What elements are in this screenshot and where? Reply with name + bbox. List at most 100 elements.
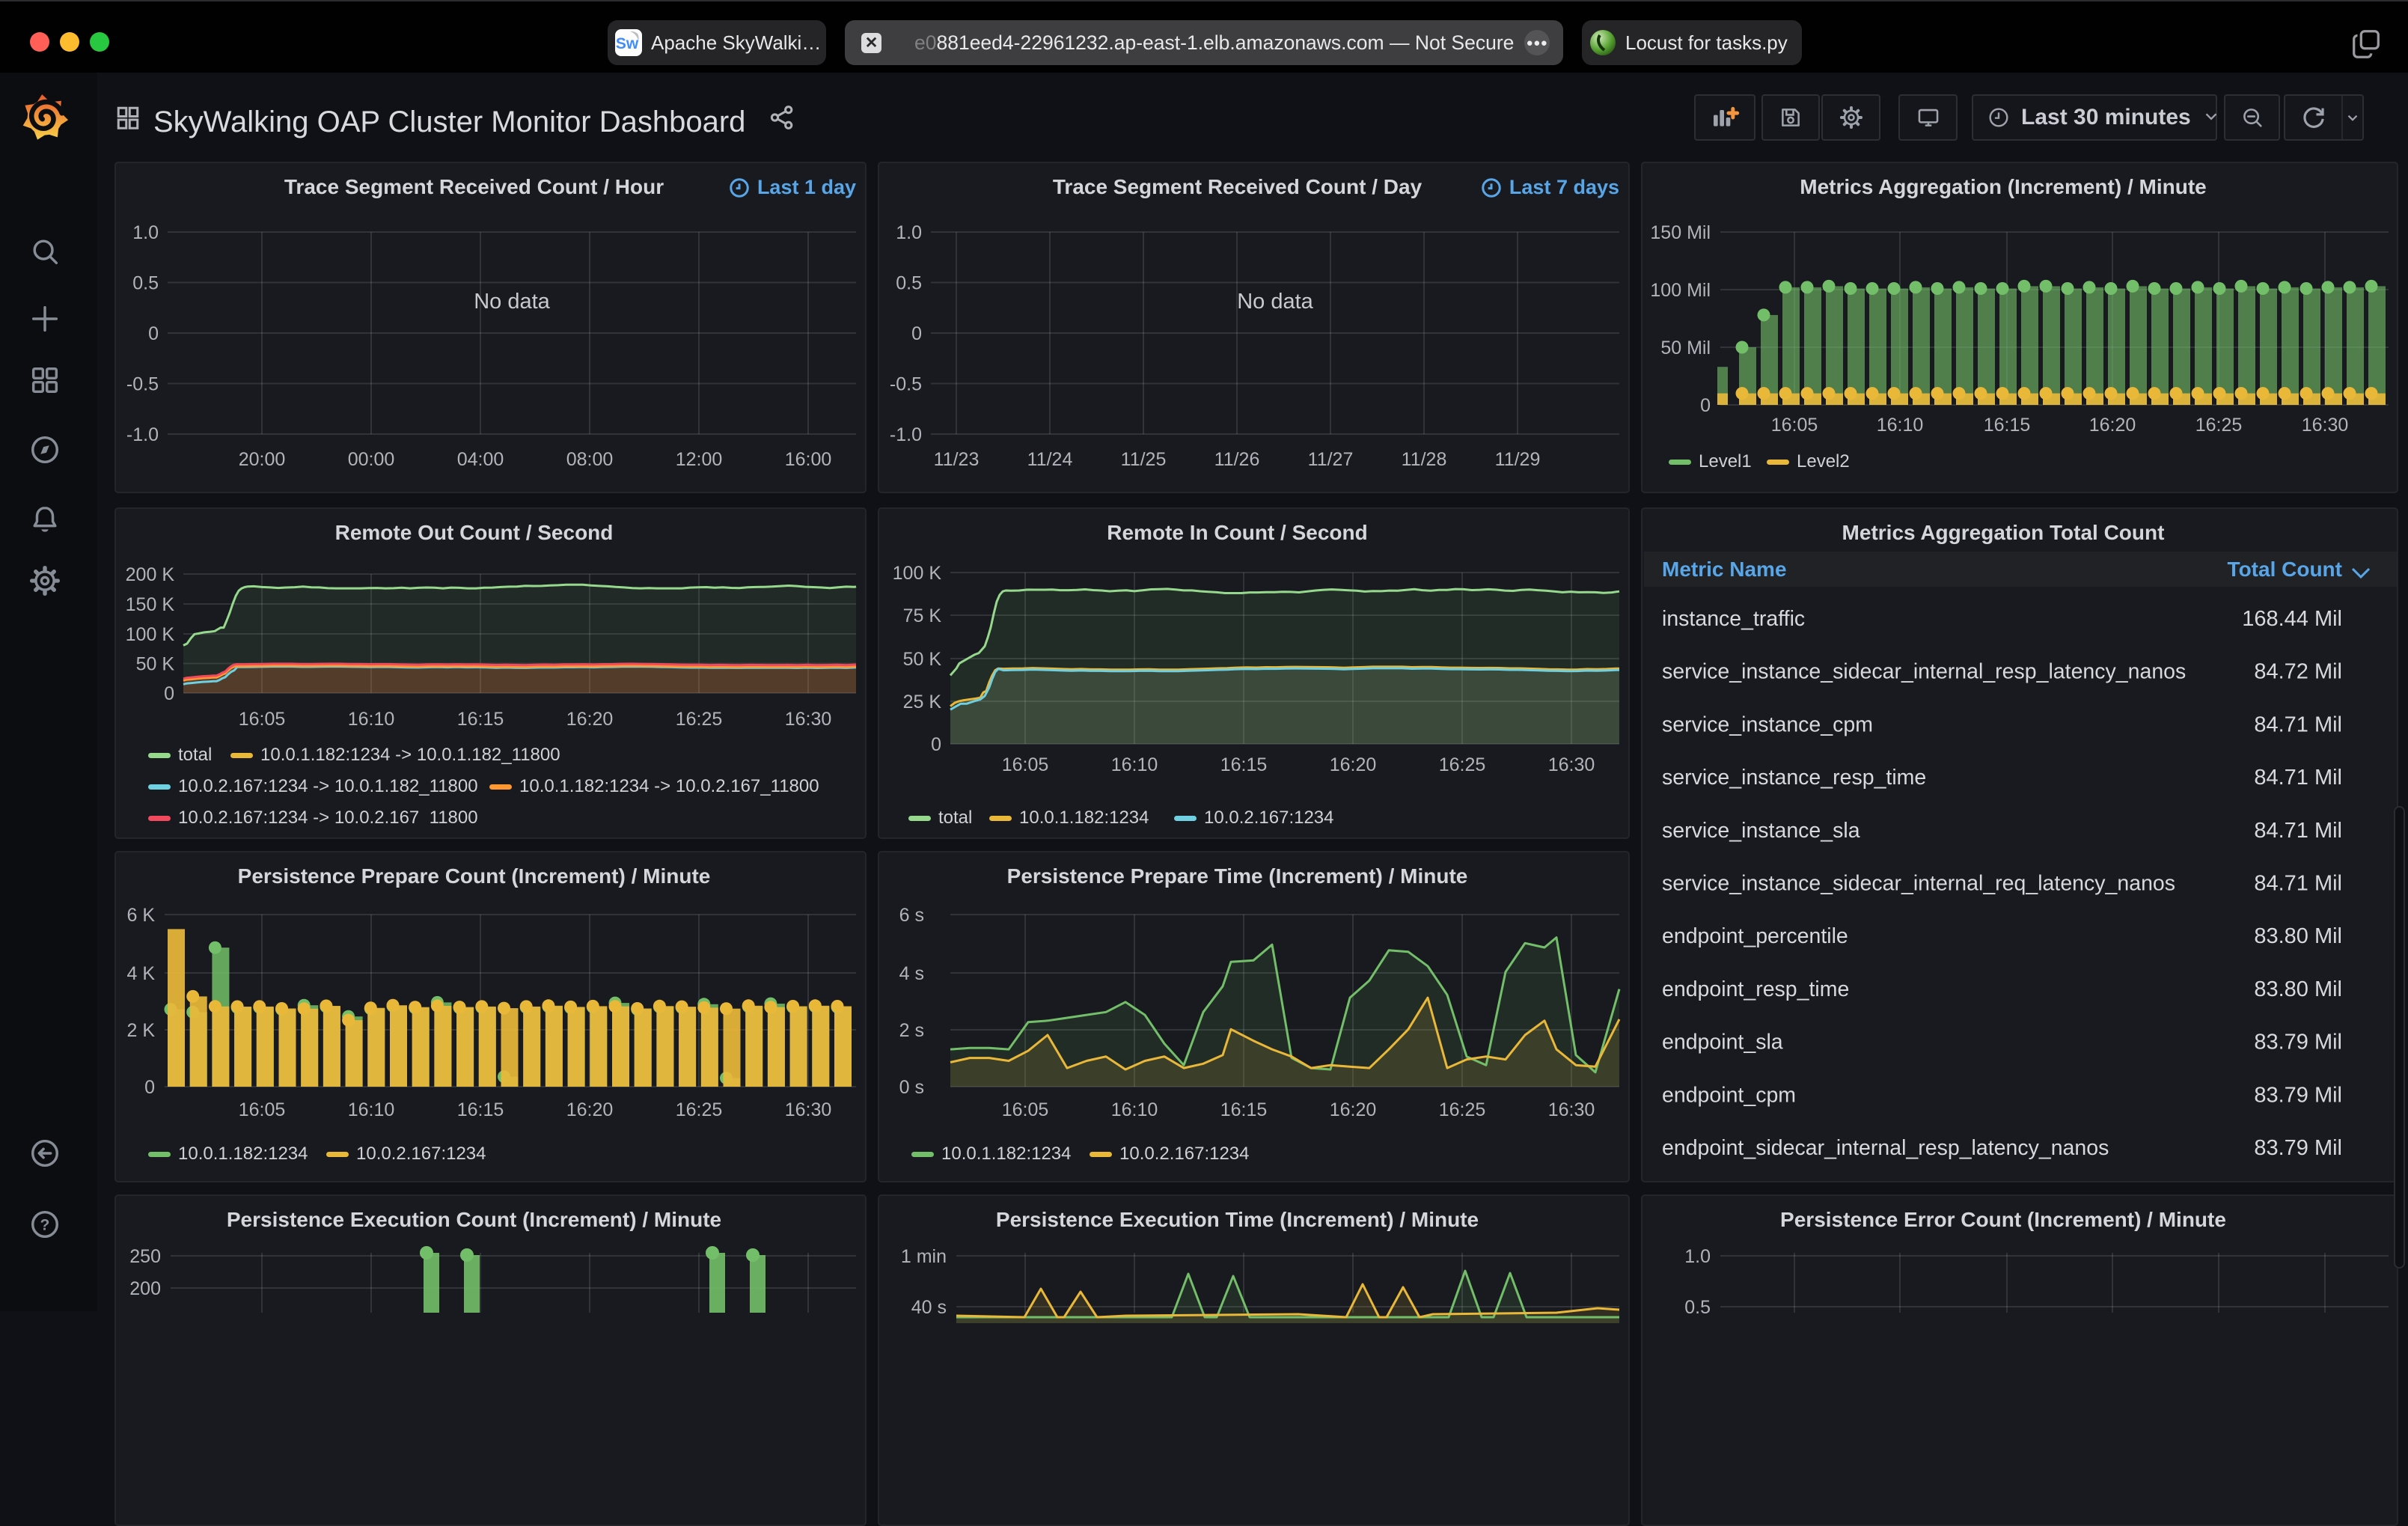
svg-text:service_instance_sidecar_inter: service_instance_sidecar_internal_req_la… (1662, 872, 2175, 896)
svg-text:16:20: 16:20 (566, 709, 614, 730)
svg-text:6 s: 6 s (899, 905, 924, 926)
svg-text:10.0.1.182:1234: 10.0.1.182:1234 (178, 1144, 308, 1164)
svg-text:100 K: 100 K (893, 563, 942, 584)
svg-text:16:25: 16:25 (676, 709, 723, 730)
svg-text:16:05: 16:05 (1002, 754, 1049, 775)
svg-text:-1.0: -1.0 (890, 424, 922, 445)
svg-text:Metric Name: Metric Name (1662, 558, 1787, 581)
svg-text:0.5: 0.5 (896, 273, 922, 294)
svg-text:83.80 Mil: 83.80 Mil (2254, 977, 2342, 1001)
svg-text:10.0.2.167:1234: 10.0.2.167:1234 (356, 1144, 486, 1164)
svg-text:-0.5: -0.5 (126, 374, 159, 395)
svg-text:16:30: 16:30 (785, 1099, 832, 1120)
svg-text:0.5: 0.5 (1684, 1297, 1711, 1318)
svg-text:Level1: Level1 (1699, 451, 1752, 471)
svg-text:16:10: 16:10 (348, 709, 395, 730)
svg-text:84.71 Mil: 84.71 Mil (2254, 872, 2342, 896)
svg-text:0 s: 0 s (899, 1077, 924, 1098)
svg-text:total: total (938, 808, 972, 828)
svg-text:200 K: 200 K (126, 564, 175, 585)
svg-text:service_instance_resp_time: service_instance_resp_time (1662, 766, 1926, 790)
svg-text:Level2: Level2 (1797, 451, 1850, 471)
svg-text:12:00: 12:00 (676, 449, 723, 470)
svg-text:10.0.2.167:1234: 10.0.2.167:1234 (1204, 808, 1334, 828)
svg-text:2 K: 2 K (126, 1020, 155, 1041)
svg-text:16:30: 16:30 (1548, 1099, 1595, 1120)
svg-text:No data: No data (1237, 290, 1313, 314)
svg-text:84.71 Mil: 84.71 Mil (2254, 819, 2342, 843)
svg-text:-0.5: -0.5 (890, 374, 922, 395)
svg-text:16:10: 16:10 (1111, 1099, 1158, 1120)
svg-text:16:10: 16:10 (1111, 754, 1158, 775)
svg-text:11/29: 11/29 (1495, 449, 1541, 470)
svg-text:10.0.2.167:1234: 10.0.2.167:1234 (1119, 1144, 1250, 1164)
svg-text:16:05: 16:05 (1771, 415, 1818, 436)
svg-text:84.71 Mil: 84.71 Mil (2254, 766, 2342, 790)
svg-text:1 min: 1 min (901, 1246, 947, 1267)
svg-text:50 Mil: 50 Mil (1660, 338, 1711, 358)
svg-text:?: ? (40, 1217, 50, 1234)
svg-text:service_instance_cpm: service_instance_cpm (1662, 712, 1873, 736)
svg-text:endpoint_resp_time: endpoint_resp_time (1662, 977, 1849, 1001)
svg-text:No data: No data (474, 290, 550, 314)
svg-text:40 s: 40 s (911, 1297, 947, 1318)
svg-text:00:00: 00:00 (348, 449, 395, 470)
svg-text:16:15: 16:15 (457, 1099, 504, 1120)
svg-text:0: 0 (144, 1077, 155, 1098)
svg-text:83.80 Mil: 83.80 Mil (2254, 924, 2342, 948)
svg-text:10.0.1.182:1234 -> 10.0.2.167_: 10.0.1.182:1234 -> 10.0.2.167_11800 (519, 776, 819, 796)
svg-text:16:15: 16:15 (457, 709, 504, 730)
svg-text:83.79 Mil: 83.79 Mil (2254, 1031, 2342, 1055)
svg-text:16:00: 16:00 (785, 449, 832, 470)
svg-text:11/26: 11/26 (1214, 449, 1260, 470)
svg-text:10.0.1.182:1234 -> 10.0.1.182_: 10.0.1.182:1234 -> 10.0.1.182_11800 (260, 745, 560, 765)
svg-text:250: 250 (129, 1246, 161, 1267)
svg-text:endpoint_percentile: endpoint_percentile (1662, 924, 1848, 948)
svg-text:16:15: 16:15 (1220, 754, 1268, 775)
svg-text:11/23: 11/23 (934, 449, 980, 470)
svg-text:total: total (178, 745, 212, 765)
svg-text:83.79 Mil: 83.79 Mil (2254, 1083, 2342, 1107)
svg-text:16:25: 16:25 (1439, 754, 1486, 775)
svg-text:100 K: 100 K (126, 624, 175, 645)
svg-text:100 Mil: 100 Mil (1650, 280, 1711, 301)
svg-text:16:20: 16:20 (1330, 754, 1377, 775)
svg-text:Sw: Sw (616, 35, 639, 52)
svg-text:16:25: 16:25 (1439, 1099, 1486, 1120)
svg-text:16:10: 16:10 (1877, 415, 1924, 436)
svg-text:11/28: 11/28 (1402, 449, 1447, 470)
svg-text:endpoint_sidecar_internal_resp: endpoint_sidecar_internal_resp_latency_n… (1662, 1136, 2109, 1160)
svg-text:84.71 Mil: 84.71 Mil (2254, 712, 2342, 736)
svg-text:0: 0 (148, 323, 159, 344)
svg-text:08:00: 08:00 (566, 449, 614, 470)
svg-text:50 K: 50 K (903, 649, 942, 670)
svg-text:16:15: 16:15 (1220, 1099, 1268, 1120)
svg-text:16:05: 16:05 (1002, 1099, 1049, 1120)
svg-text:6 K: 6 K (126, 905, 155, 926)
svg-text:10.0.2.167:1234 -> 10.0.2.167_: 10.0.2.167:1234 -> 10.0.2.167_11800 (178, 808, 478, 828)
svg-text:0: 0 (911, 323, 922, 344)
svg-text:16:20: 16:20 (2089, 415, 2136, 436)
svg-text:10.0.2.167:1234 -> 10.0.1.182_: 10.0.2.167:1234 -> 10.0.1.182_11800 (178, 776, 478, 796)
svg-text:11/27: 11/27 (1308, 449, 1354, 470)
svg-text:1.0: 1.0 (132, 222, 159, 243)
svg-text:-1.0: -1.0 (126, 424, 159, 445)
svg-text:4 K: 4 K (126, 963, 155, 984)
svg-text:16:30: 16:30 (1548, 754, 1595, 775)
svg-text:0: 0 (931, 734, 941, 755)
svg-text:16:05: 16:05 (239, 1099, 286, 1120)
svg-text:16:20: 16:20 (566, 1099, 614, 1120)
svg-text:16:30: 16:30 (785, 709, 832, 730)
svg-text:16:25: 16:25 (676, 1099, 723, 1120)
svg-text:50 K: 50 K (136, 654, 175, 675)
svg-text:20:00: 20:00 (239, 449, 286, 470)
svg-text:4 s: 4 s (899, 963, 924, 984)
svg-text:168.44 Mil: 168.44 Mil (2242, 607, 2342, 631)
svg-text:1.0: 1.0 (896, 222, 922, 243)
svg-text:200: 200 (129, 1278, 161, 1299)
svg-text:1.0: 1.0 (1684, 1246, 1711, 1267)
svg-text:75 K: 75 K (903, 605, 942, 626)
svg-text:instance_traffic: instance_traffic (1662, 607, 1805, 631)
svg-text:84.72 Mil: 84.72 Mil (2254, 660, 2342, 684)
svg-text:16:15: 16:15 (1984, 415, 2031, 436)
